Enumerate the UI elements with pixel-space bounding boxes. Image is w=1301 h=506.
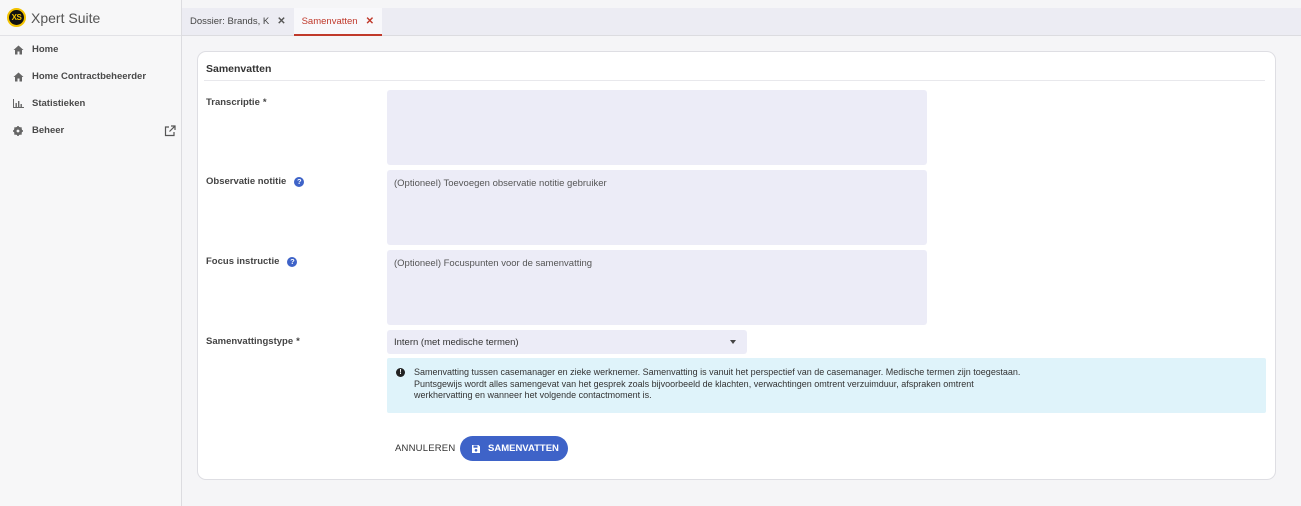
save-icon	[471, 444, 481, 454]
help-icon[interactable]: ?	[287, 256, 298, 267]
sidebar-item-label: Home	[32, 44, 59, 55]
info-icon: !	[396, 368, 405, 377]
sidebar-item-home[interactable]: Home	[0, 36, 181, 63]
transcriptie-field[interactable]	[387, 90, 927, 165]
field-label-text: Focus instructie	[206, 256, 280, 267]
close-icon[interactable]: ✕	[277, 16, 285, 27]
tab-dossier[interactable]: Dossier: Brands, K ✕	[182, 8, 294, 35]
field-label-text: Samenvattingstype	[206, 336, 294, 347]
card-title: Samenvatten	[206, 63, 272, 75]
button-label: SAMENVATTEN	[488, 443, 559, 454]
sidebar-item-label: Beheer	[32, 125, 65, 136]
sidebar-item-beheer[interactable]: Beheer	[0, 117, 181, 144]
focus-label: Focus instructie ?	[206, 256, 298, 267]
sidebar-nav: Home Home Contractbeheerder Statistieken…	[0, 36, 181, 144]
focus-instructie-field[interactable]	[387, 250, 927, 325]
field-label-text: Transcriptie	[206, 97, 260, 108]
home-icon	[12, 44, 24, 56]
gear-icon	[12, 125, 24, 137]
divider	[204, 80, 1265, 81]
info-line: Puntsgewijs wordt alles samengevat van h…	[414, 378, 974, 389]
xpert-suite-logo: XS	[7, 8, 26, 27]
field-label-text: Observatie notitie	[206, 176, 287, 187]
sidebar-item-label: Statistieken	[32, 98, 86, 109]
sidebar-item-home-contractbeheerder[interactable]: Home Contractbeheerder	[0, 63, 181, 90]
transcriptie-label: Transcriptie *	[206, 97, 267, 108]
home-icon	[12, 71, 24, 83]
top-strip	[182, 0, 1301, 8]
required-marker: *	[262, 97, 267, 108]
tab-bar: Dossier: Brands, K ✕ Samenvatten ✕	[182, 8, 1301, 36]
tab-label: Samenvatten	[301, 16, 358, 27]
info-box: ! Samenvatting tussen casemanager en zie…	[387, 358, 1266, 413]
required-marker: *	[296, 336, 300, 347]
observatie-notitie-field[interactable]	[387, 170, 927, 245]
select-value: Intern (met medische termen)	[394, 336, 519, 348]
tab-samenvatten[interactable]: Samenvatten ✕	[293, 8, 383, 36]
tab-label: Dossier: Brands, K	[190, 16, 270, 27]
external-link-icon[interactable]	[164, 125, 176, 137]
cancel-button[interactable]: ANNULEREN	[395, 440, 455, 456]
sidebar-item-label: Home Contractbeheerder	[32, 71, 147, 82]
app-name: Xpert Suite	[31, 9, 101, 26]
samenvatten-card: Samenvatten Transcriptie * Observatie no…	[197, 51, 1276, 480]
bar-chart-icon	[12, 98, 24, 110]
brand[interactable]: XS Xpert Suite	[0, 0, 181, 36]
samenvattingstype-select[interactable]: Intern (met medische termen)	[387, 330, 747, 354]
sidebar-item-statistieken[interactable]: Statistieken	[0, 90, 181, 117]
observatie-label: Observatie notitie ?	[206, 176, 305, 187]
close-icon[interactable]: ✕	[366, 16, 374, 27]
samenvatten-button[interactable]: SAMENVATTEN	[460, 436, 568, 461]
sidebar: XS Xpert Suite Home Home Contractbeheerd…	[0, 0, 182, 506]
samenvattingstype-label: Samenvattingstype *	[206, 336, 300, 347]
help-icon[interactable]: ?	[294, 176, 305, 187]
info-line: werkhervatting en wanneer het volgende c…	[414, 390, 652, 400]
info-line: Samenvatting tussen casemanager en zieke…	[414, 367, 1021, 377]
chevron-down-icon	[730, 340, 736, 344]
